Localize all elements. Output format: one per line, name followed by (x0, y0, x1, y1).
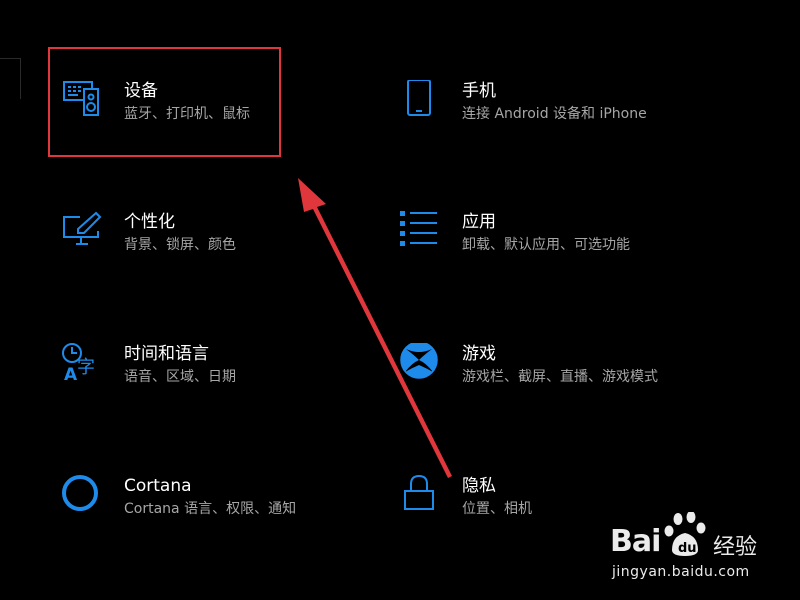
tile-cortana-title: Cortana (124, 476, 192, 496)
tile-cortana-description: Cortana 语言、权限、通知 (124, 501, 297, 517)
tile-time-language[interactable]: A 字 时间和语言 语音、区域、日期 (62, 343, 382, 433)
tile-gaming-title: 游戏 (462, 344, 496, 364)
time-language-icon: A 字 (62, 343, 110, 391)
lock-icon (400, 475, 448, 523)
tile-apps-description: 卸载、默认应用、可选功能 (462, 237, 630, 253)
tile-privacy-title: 隐私 (462, 476, 496, 496)
tile-personalization-description: 背景、锁屏、颜色 (124, 237, 236, 253)
tile-devices-title: 设备 (124, 81, 158, 101)
tile-devices[interactable]: 设备 蓝牙、打印机、鼠标 (62, 80, 382, 170)
tile-cortana[interactable]: Cortana Cortana 语言、权限、通知 (62, 475, 382, 565)
xbox-icon (400, 343, 448, 391)
tile-apps[interactable]: 应用 卸载、默认应用、可选功能 (400, 211, 720, 301)
personalization-icon (62, 211, 110, 259)
tile-time-language-title: 时间和语言 (124, 344, 209, 364)
tile-devices-description: 蓝牙、打印机、鼠标 (124, 106, 250, 122)
tile-phone[interactable]: 手机 连接 Android 设备和 iPhone (400, 80, 720, 170)
watermark: du Bai 经验 jingyan.baidu.com (610, 512, 800, 600)
cortana-icon (62, 475, 110, 523)
tile-personalization-title: 个性化 (124, 212, 175, 232)
apps-list-icon (400, 211, 448, 259)
tile-time-language-description: 语音、区域、日期 (124, 369, 236, 385)
tile-gaming-description: 游戏栏、截屏、直播、游戏模式 (462, 369, 658, 385)
tile-gaming[interactable]: 游戏 游戏栏、截屏、直播、游戏模式 (400, 343, 720, 433)
svg-text:du: du (678, 541, 697, 556)
watermark-brand: Bai (610, 524, 661, 559)
tile-privacy-description: 位置、相机 (462, 501, 532, 517)
settings-home: 设备 蓝牙、打印机、鼠标 手机 连接 Android 设备和 iPhone 个性… (0, 0, 800, 600)
tile-personalization[interactable]: 个性化 背景、锁屏、颜色 (62, 211, 382, 301)
baidu-paw-icon: du (664, 512, 706, 556)
devices-icon (62, 80, 110, 128)
watermark-sub: 经验 (713, 535, 758, 560)
phone-icon (400, 80, 448, 128)
svg-text:字: 字 (77, 357, 95, 378)
tile-phone-title: 手机 (462, 81, 496, 101)
window-edge (0, 58, 21, 99)
tile-apps-title: 应用 (462, 212, 496, 232)
tile-phone-description: 连接 Android 设备和 iPhone (462, 106, 647, 122)
svg-text:A: A (64, 365, 78, 385)
watermark-url: jingyan.baidu.com (612, 564, 750, 580)
